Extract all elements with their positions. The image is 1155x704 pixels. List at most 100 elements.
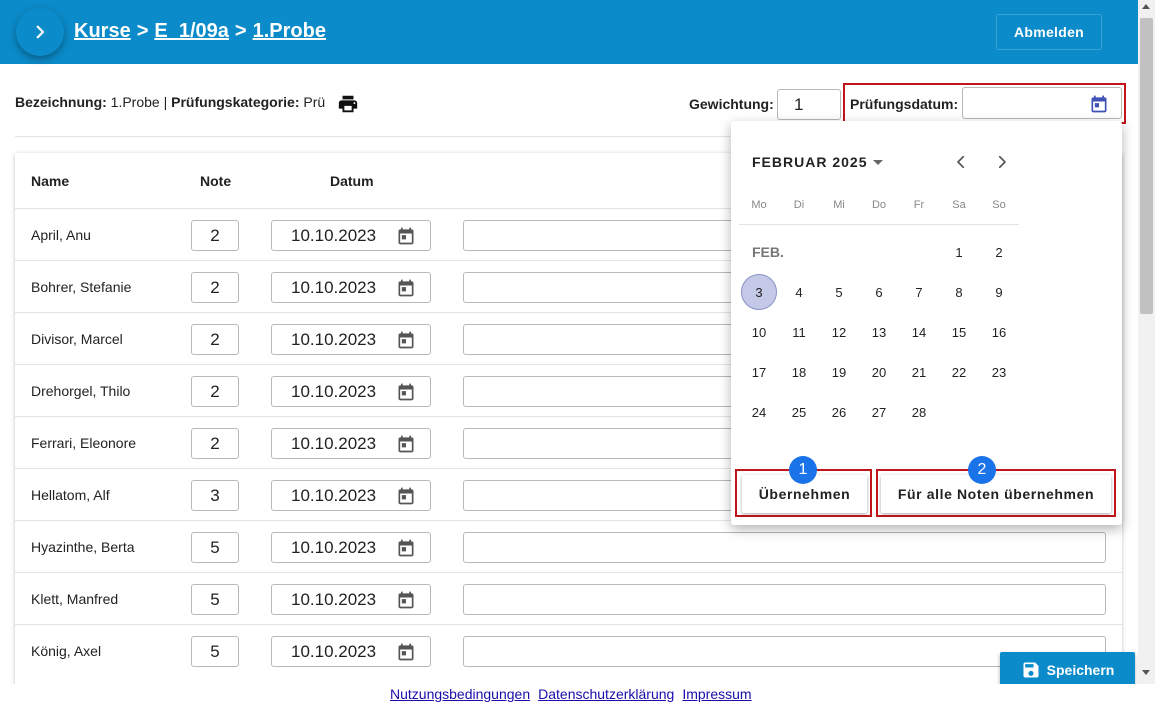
calendar-day[interactable]: 14: [899, 312, 939, 352]
date-input[interactable]: 10.10.2023: [271, 220, 431, 251]
calendar-icon[interactable]: [396, 330, 416, 350]
date-input[interactable]: 10.10.2023: [271, 376, 431, 407]
calendar-day[interactable]: 22: [939, 352, 979, 392]
scroll-down-arrow-icon[interactable]: [1142, 670, 1150, 675]
grade-input[interactable]: 5: [191, 532, 239, 563]
grade-input[interactable]: 5: [191, 636, 239, 667]
breadcrumb-separator: >: [136, 20, 149, 42]
date-value: 10.10.2023: [291, 225, 377, 245]
calendar-day[interactable]: 19: [819, 352, 859, 392]
imprint-link[interactable]: Impressum: [682, 686, 751, 702]
calendar-icon[interactable]: [396, 538, 416, 558]
menu-toggle-button[interactable]: [16, 8, 64, 56]
date-input[interactable]: 10.10.2023: [271, 636, 431, 667]
calendar-icon[interactable]: [396, 642, 416, 662]
month-year-selector[interactable]: FEBRUAR 2025: [752, 154, 884, 170]
calendar-day[interactable]: 9: [979, 272, 1019, 312]
calendar-day[interactable]: 1: [939, 232, 979, 272]
column-header-name: Name: [31, 173, 70, 189]
breadcrumb-link-courses[interactable]: Kurse: [74, 20, 131, 43]
calendar-day[interactable]: 20: [859, 352, 899, 392]
date-input[interactable]: 10.10.2023: [271, 272, 431, 303]
date-value: 10.10.2023: [291, 381, 377, 401]
calendar-day[interactable]: 16: [979, 312, 1019, 352]
calendar-icon[interactable]: [396, 486, 416, 506]
table-row: Klett, Manfred 5 10.10.2023: [15, 572, 1122, 624]
chevron-right-icon: [36, 25, 45, 39]
calendar-day[interactable]: 27: [859, 392, 899, 432]
date-input[interactable]: 10.10.2023: [271, 324, 431, 355]
calendar-day[interactable]: 10: [739, 312, 779, 352]
calendar-icon[interactable]: [1089, 94, 1109, 114]
terms-link[interactable]: Nutzungsbedingungen: [390, 686, 530, 702]
month-year-label: FEBRUAR 2025: [752, 154, 868, 170]
calendar-icon[interactable]: [396, 434, 416, 454]
calendar-day[interactable]: 6: [859, 272, 899, 312]
calendar-day[interactable]: 8: [939, 272, 979, 312]
calendar-day[interactable]: 26: [819, 392, 859, 432]
weekday-header: Mo Di Mi Do Fr Sa So: [739, 199, 1019, 225]
date-input[interactable]: 10.10.2023: [271, 584, 431, 615]
calendar-day[interactable]: 25: [779, 392, 819, 432]
category-label: Prüfungskategorie:: [171, 94, 300, 110]
calendar-day-number: 20: [871, 364, 887, 380]
privacy-link[interactable]: Datenschutzerklärung: [538, 686, 674, 702]
date-value: 10.10.2023: [291, 641, 377, 661]
comment-input[interactable]: [463, 532, 1106, 563]
calendar-day-number: 16: [991, 324, 1007, 340]
calendar-icon[interactable]: [396, 590, 416, 610]
calendar-icon[interactable]: [396, 382, 416, 402]
calendar-day-number: 21: [911, 364, 927, 380]
calendar-day[interactable]: 4: [779, 272, 819, 312]
calendar-day[interactable]: 3: [739, 272, 779, 312]
chevron-left-icon[interactable]: [952, 153, 970, 171]
scroll-thumb[interactable]: [1140, 18, 1153, 314]
date-value: 10.10.2023: [291, 589, 377, 609]
calendar-day[interactable]: 2: [979, 232, 1019, 272]
calendar-day[interactable]: 15: [939, 312, 979, 352]
grade-input[interactable]: 3: [191, 480, 239, 511]
calendar-day[interactable]: 21: [899, 352, 939, 392]
calendar-day-number: 6: [875, 284, 883, 300]
calendar-day-number: 26: [831, 404, 847, 420]
save-button[interactable]: Speichern: [1000, 652, 1135, 688]
scroll-up-arrow-icon[interactable]: [1142, 4, 1150, 9]
calendar-day[interactable]: 18: [779, 352, 819, 392]
breadcrumb-link-exam[interactable]: 1.Probe: [253, 20, 326, 43]
chevron-right-icon[interactable]: [993, 153, 1011, 171]
grade-input[interactable]: 2: [191, 272, 239, 303]
student-name: König, Axel: [31, 643, 102, 659]
grade-input[interactable]: 2: [191, 428, 239, 459]
calendar-day[interactable]: 23: [979, 352, 1019, 392]
calendar-day-number: 25: [791, 404, 807, 420]
calendar-day[interactable]: 7: [899, 272, 939, 312]
calendar-icon[interactable]: [396, 226, 416, 246]
category-value: Prü: [303, 94, 326, 110]
calendar-day[interactable]: 28: [899, 392, 939, 432]
page-scrollbar[interactable]: [1138, 0, 1155, 684]
breadcrumb-link-course[interactable]: E_1/09a: [154, 20, 229, 43]
grade-input[interactable]: 2: [191, 376, 239, 407]
calendar-icon[interactable]: [396, 278, 416, 298]
grade-input[interactable]: 5: [191, 584, 239, 615]
calendar-day[interactable]: 5: [819, 272, 859, 312]
date-input[interactable]: 10.10.2023: [271, 428, 431, 459]
calendar-day[interactable]: 17: [739, 352, 779, 392]
date-input[interactable]: 10.10.2023: [271, 532, 431, 563]
comment-input[interactable]: [463, 584, 1106, 615]
exam-date-input[interactable]: [962, 87, 1122, 119]
student-name: Ferrari, Eleonore: [31, 435, 137, 451]
calendar-day[interactable]: 12: [819, 312, 859, 352]
grade-input[interactable]: 2: [191, 220, 239, 251]
table-row: Hyazinthe, Berta 5 10.10.2023: [15, 520, 1122, 572]
calendar-day[interactable]: 11: [779, 312, 819, 352]
logout-button[interactable]: Abmelden: [996, 14, 1102, 50]
calendar-day[interactable]: 24: [739, 392, 779, 432]
weight-input[interactable]: 1: [777, 89, 841, 120]
apply-all-button[interactable]: Für alle Noten übernehmen: [881, 475, 1111, 513]
date-input[interactable]: 10.10.2023: [271, 480, 431, 511]
grade-input[interactable]: 2: [191, 324, 239, 355]
print-icon[interactable]: [337, 93, 359, 115]
calendar-day-number: 3: [755, 284, 763, 300]
calendar-day[interactable]: 13: [859, 312, 899, 352]
